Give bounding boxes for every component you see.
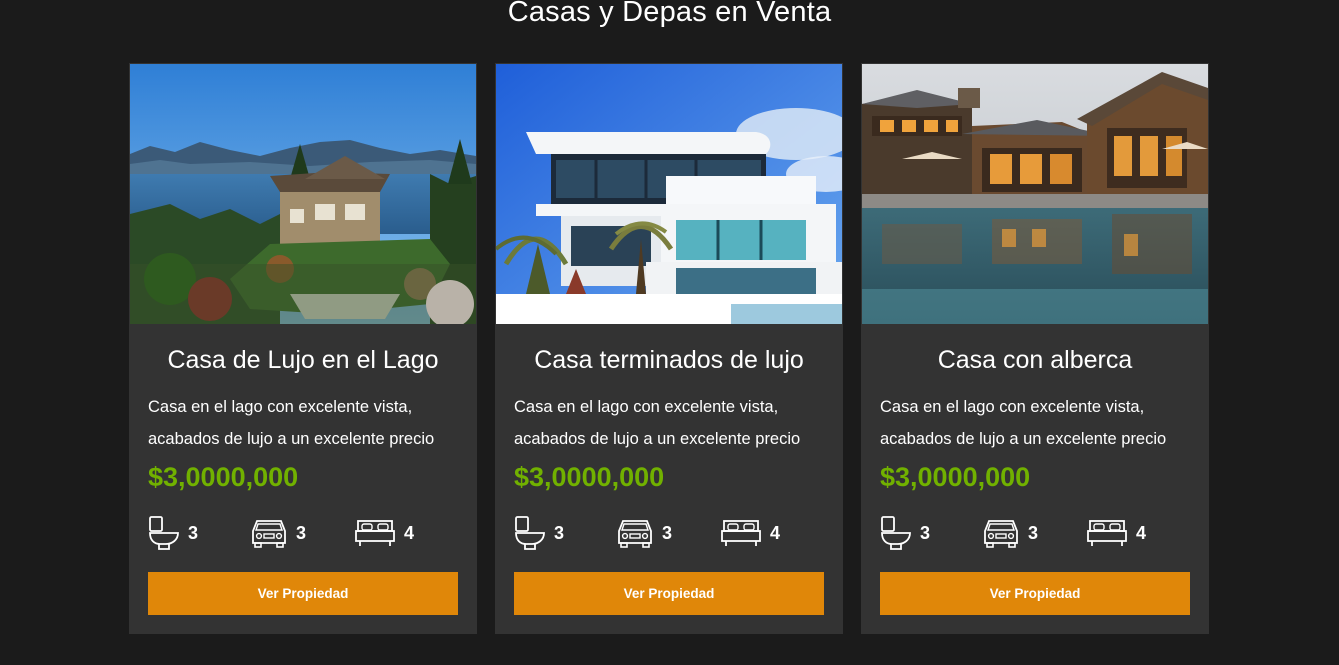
bedrooms-count: 4 bbox=[404, 522, 415, 543]
listing-image[interactable] bbox=[130, 64, 476, 324]
bedrooms-feature: 4 bbox=[354, 515, 414, 551]
bed-icon bbox=[1087, 520, 1127, 546]
bed-icon bbox=[721, 520, 761, 546]
bathrooms-feature: 3 bbox=[880, 515, 930, 551]
bathrooms-count: 3 bbox=[188, 522, 199, 543]
lake-house-photo bbox=[130, 64, 476, 324]
toilet-icon bbox=[149, 516, 179, 550]
parking-count: 3 bbox=[296, 522, 307, 543]
listing-description: Casa en el lago con excelente vista, aca… bbox=[514, 398, 801, 448]
car-icon bbox=[618, 520, 652, 548]
bathrooms-count: 3 bbox=[920, 522, 931, 543]
bathrooms-feature: 3 bbox=[514, 515, 564, 551]
parking-count: 3 bbox=[1028, 522, 1039, 543]
toilet-icon bbox=[515, 516, 545, 550]
view-property-button[interactable]: Ver Propiedad bbox=[880, 572, 1190, 615]
parking-feature: 3 bbox=[616, 515, 672, 551]
bed-icon bbox=[355, 520, 395, 546]
listing-features: 3 3 4 bbox=[148, 515, 458, 551]
listing-card: Casa de Lujo en el Lago Casa en el lago … bbox=[129, 63, 477, 634]
listing-title: Casa terminados de lujo bbox=[534, 346, 804, 374]
bedrooms-feature: 4 bbox=[1086, 515, 1146, 551]
parking-count: 3 bbox=[662, 522, 673, 543]
toilet-icon bbox=[881, 516, 911, 550]
listing-title: Casa con alberca bbox=[937, 346, 1133, 374]
listing-image[interactable] bbox=[496, 64, 842, 324]
listing-image[interactable] bbox=[862, 64, 1208, 324]
listing-description: Casa en el lago con excelente vista, aca… bbox=[148, 398, 435, 448]
pool-house-photo bbox=[862, 64, 1208, 324]
listing-description: Casa en el lago con excelente vista, aca… bbox=[880, 398, 1167, 448]
page-title: Casas y Depas en Venta bbox=[507, 0, 832, 28]
bedrooms-count: 4 bbox=[1136, 522, 1147, 543]
parking-feature: 3 bbox=[250, 515, 306, 551]
bathrooms-feature: 3 bbox=[148, 515, 198, 551]
modern-house-photo bbox=[496, 64, 842, 324]
listing-price: $3,0000,000 bbox=[514, 462, 665, 492]
listing-title: Casa de Lujo en el Lago bbox=[167, 346, 439, 374]
view-property-button[interactable]: Ver Propiedad bbox=[514, 572, 824, 615]
listing-card: Casa terminados de lujo Casa en el lago … bbox=[495, 63, 843, 634]
view-property-button[interactable]: Ver Propiedad bbox=[148, 572, 458, 615]
listing-price: $3,0000,000 bbox=[880, 462, 1031, 492]
parking-feature: 3 bbox=[982, 515, 1038, 551]
listing-features: 3 3 4 bbox=[514, 515, 824, 551]
bedrooms-feature: 4 bbox=[720, 515, 780, 551]
listing-features: 3 3 4 bbox=[880, 515, 1190, 551]
listing-price: $3,0000,000 bbox=[148, 462, 299, 492]
car-icon bbox=[252, 520, 286, 548]
bedrooms-count: 4 bbox=[770, 522, 781, 543]
car-icon bbox=[984, 520, 1018, 548]
listing-card: Casa con alberca Casa en el lago con exc… bbox=[861, 63, 1209, 634]
bathrooms-count: 3 bbox=[554, 522, 565, 543]
